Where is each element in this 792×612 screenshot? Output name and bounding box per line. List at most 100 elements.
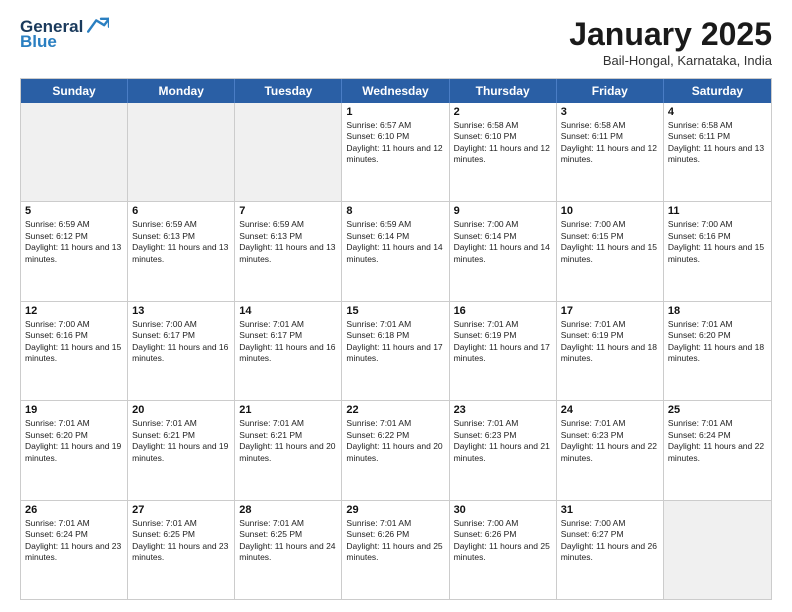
day-number: 5 (25, 205, 123, 217)
day-cell (235, 103, 342, 201)
day-number: 1 (346, 106, 444, 118)
day-info: Sunrise: 7:01 AMSunset: 6:25 PMDaylight:… (132, 518, 230, 564)
day-info: Sunrise: 7:01 AMSunset: 6:23 PMDaylight:… (561, 418, 659, 464)
day-number: 14 (239, 305, 337, 317)
day-header-friday: Friday (557, 79, 664, 103)
day-number: 10 (561, 205, 659, 217)
day-cell: 19 Sunrise: 7:01 AMSunset: 6:20 PMDayligh… (21, 401, 128, 499)
month-title: January 2025 (569, 16, 772, 53)
day-cell: 21 Sunrise: 7:01 AMSunset: 6:21 PMDayligh… (235, 401, 342, 499)
day-number: 28 (239, 504, 337, 516)
day-number: 12 (25, 305, 123, 317)
day-info: Sunrise: 7:01 AMSunset: 6:19 PMDaylight:… (454, 319, 552, 365)
day-number: 18 (668, 305, 767, 317)
day-cell: 23 Sunrise: 7:01 AMSunset: 6:23 PMDayligh… (450, 401, 557, 499)
day-number: 25 (668, 404, 767, 416)
day-cell: 27 Sunrise: 7:01 AMSunset: 6:25 PMDayligh… (128, 501, 235, 599)
day-cell: 7Sunrise: 6:59 AMSunset: 6:13 PMDaylight… (235, 202, 342, 300)
day-cell: 29Sunrise: 7:01 AMSunset: 6:26 PMDayligh… (342, 501, 449, 599)
day-info: Sunrise: 7:01 AMSunset: 6:24 PMDaylight:… (25, 518, 123, 564)
day-info: Sunrise: 7:01 AMSunset: 6:24 PMDaylight:… (668, 418, 767, 464)
day-info: Sunrise: 7:00 AMSunset: 6:17 PMDaylight:… (132, 319, 230, 365)
day-cell: 5 Sunrise: 6:59 AMSunset: 6:12 PMDaylight… (21, 202, 128, 300)
day-cell (21, 103, 128, 201)
day-cell: 16 Sunrise: 7:01 AMSunset: 6:19 PMDayligh… (450, 302, 557, 400)
day-info: Sunrise: 6:58 AMSunset: 6:10 PMDaylight:… (454, 120, 552, 166)
title-block: January 2025 Bail-Hongal, Karnataka, Ind… (569, 16, 772, 68)
day-cell: 3Sunrise: 6:58 AMSunset: 6:11 PMDaylight… (557, 103, 664, 201)
day-header-saturday: Saturday (664, 79, 771, 103)
day-info: Sunrise: 7:00 AMSunset: 6:16 PMDaylight:… (25, 319, 123, 365)
day-number: 15 (346, 305, 444, 317)
day-cell: 11 Sunrise: 7:00 AMSunset: 6:16 PMDayligh… (664, 202, 771, 300)
day-number: 26 (25, 504, 123, 516)
day-number: 23 (454, 404, 552, 416)
day-number: 31 (561, 504, 659, 516)
day-info: Sunrise: 7:00 AMSunset: 6:16 PMDaylight:… (668, 219, 767, 265)
day-number: 4 (668, 106, 767, 118)
day-cell: 20Sunrise: 7:01 AMSunset: 6:21 PMDayligh… (128, 401, 235, 499)
week-row-2: 5 Sunrise: 6:59 AMSunset: 6:12 PMDaylight… (21, 202, 771, 301)
day-number: 2 (454, 106, 552, 118)
day-number: 6 (132, 205, 230, 217)
day-info: Sunrise: 6:59 AMSunset: 6:12 PMDaylight:… (25, 219, 123, 265)
calendar: SundayMondayTuesdayWednesdayThursdayFrid… (20, 78, 772, 600)
day-header-monday: Monday (128, 79, 235, 103)
day-cell: 25 Sunrise: 7:01 AMSunset: 6:24 PMDayligh… (664, 401, 771, 499)
day-info: Sunrise: 7:01 AMSunset: 6:17 PMDaylight:… (239, 319, 337, 365)
day-cell: 8Sunrise: 6:59 AMSunset: 6:14 PMDaylight… (342, 202, 449, 300)
day-number: 20 (132, 404, 230, 416)
day-number: 19 (25, 404, 123, 416)
week-row-4: 19 Sunrise: 7:01 AMSunset: 6:20 PMDayligh… (21, 401, 771, 500)
day-number: 21 (239, 404, 337, 416)
day-number: 11 (668, 205, 767, 217)
day-info: Sunrise: 7:00 AMSunset: 6:26 PMDaylight:… (454, 518, 552, 564)
logo-icon (85, 16, 109, 36)
week-row-5: 26 Sunrise: 7:01 AMSunset: 6:24 PMDayligh… (21, 501, 771, 599)
day-cell: 15Sunrise: 7:01 AMSunset: 6:18 PMDayligh… (342, 302, 449, 400)
day-header-wednesday: Wednesday (342, 79, 449, 103)
day-cell: 17 Sunrise: 7:01 AMSunset: 6:19 PMDayligh… (557, 302, 664, 400)
day-cell (664, 501, 771, 599)
day-number: 24 (561, 404, 659, 416)
day-number: 17 (561, 305, 659, 317)
subtitle: Bail-Hongal, Karnataka, India (569, 53, 772, 68)
day-cell: 1 Sunrise: 6:57 AMSunset: 6:10 PMDaylight… (342, 103, 449, 201)
calendar-body: 1 Sunrise: 6:57 AMSunset: 6:10 PMDaylight… (21, 103, 771, 599)
day-cell: 12 Sunrise: 7:00 AMSunset: 6:16 PMDayligh… (21, 302, 128, 400)
day-header-sunday: Sunday (21, 79, 128, 103)
day-info: Sunrise: 7:00 AMSunset: 6:27 PMDaylight:… (561, 518, 659, 564)
day-header-tuesday: Tuesday (235, 79, 342, 103)
day-cell (128, 103, 235, 201)
day-info: Sunrise: 6:59 AMSunset: 6:13 PMDaylight:… (132, 219, 230, 265)
day-info: Sunrise: 6:59 AMSunset: 6:14 PMDaylight:… (346, 219, 444, 265)
logo-blue: Blue (20, 32, 57, 52)
day-info: Sunrise: 6:57 AMSunset: 6:10 PMDaylight:… (346, 120, 444, 166)
day-cell: 13Sunrise: 7:00 AMSunset: 6:17 PMDayligh… (128, 302, 235, 400)
day-info: Sunrise: 7:01 AMSunset: 6:21 PMDaylight:… (239, 418, 337, 464)
day-cell: 2 Sunrise: 6:58 AMSunset: 6:10 PMDaylight… (450, 103, 557, 201)
day-cell: 30 Sunrise: 7:00 AMSunset: 6:26 PMDayligh… (450, 501, 557, 599)
day-cell: 24 Sunrise: 7:01 AMSunset: 6:23 PMDayligh… (557, 401, 664, 499)
day-headers: SundayMondayTuesdayWednesdayThursdayFrid… (21, 79, 771, 103)
day-info: Sunrise: 7:01 AMSunset: 6:23 PMDaylight:… (454, 418, 552, 464)
day-info: Sunrise: 7:00 AMSunset: 6:14 PMDaylight:… (454, 219, 552, 265)
day-cell: 4Sunrise: 6:58 AMSunset: 6:11 PMDaylight… (664, 103, 771, 201)
page-header: General Blue January 2025 Bail-Hongal, K… (20, 16, 772, 68)
day-number: 30 (454, 504, 552, 516)
day-cell: 22Sunrise: 7:01 AMSunset: 6:22 PMDayligh… (342, 401, 449, 499)
day-header-thursday: Thursday (450, 79, 557, 103)
week-row-1: 1 Sunrise: 6:57 AMSunset: 6:10 PMDaylight… (21, 103, 771, 202)
day-cell: 9Sunrise: 7:00 AMSunset: 6:14 PMDaylight… (450, 202, 557, 300)
logo: General Blue (20, 16, 109, 52)
day-cell: 6 Sunrise: 6:59 AMSunset: 6:13 PMDaylight… (128, 202, 235, 300)
day-info: Sunrise: 6:59 AMSunset: 6:13 PMDaylight:… (239, 219, 337, 265)
day-number: 27 (132, 504, 230, 516)
day-number: 16 (454, 305, 552, 317)
day-info: Sunrise: 7:01 AMSunset: 6:20 PMDaylight:… (25, 418, 123, 464)
day-cell: 14 Sunrise: 7:01 AMSunset: 6:17 PMDayligh… (235, 302, 342, 400)
day-info: Sunrise: 7:01 AMSunset: 6:25 PMDaylight:… (239, 518, 337, 564)
day-info: Sunrise: 6:58 AMSunset: 6:11 PMDaylight:… (561, 120, 659, 166)
day-info: Sunrise: 7:01 AMSunset: 6:19 PMDaylight:… (561, 319, 659, 365)
day-number: 22 (346, 404, 444, 416)
